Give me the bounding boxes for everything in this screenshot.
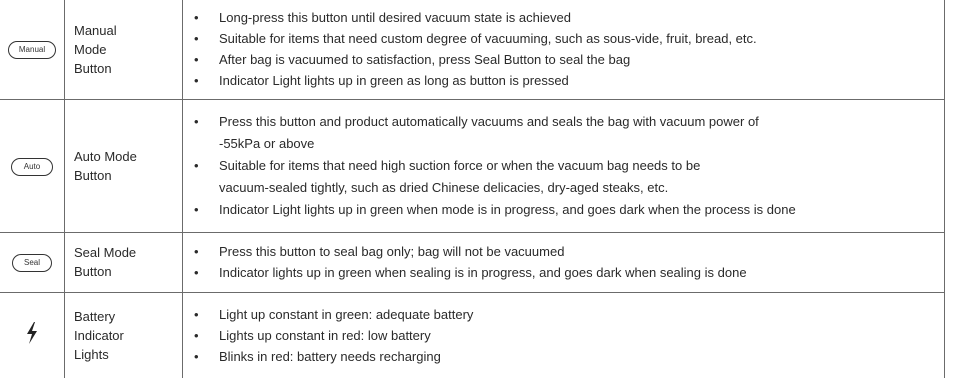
bullet-line: Indicator Light lights up in green when … <box>219 201 796 217</box>
manual-button-icon: Manual <box>8 41 56 60</box>
description-cell: Light up constant in green: adequate bat… <box>182 291 945 378</box>
row-name-line: Button <box>74 264 112 279</box>
row-name-line: Button <box>74 167 112 183</box>
bullet-item: Suitable for items that need custom degr… <box>183 28 944 49</box>
bullet-item: Light up constant in green: adequate bat… <box>183 304 944 325</box>
row-name-line: Battery <box>74 308 116 324</box>
row-name-line: Manual <box>74 22 117 38</box>
table-row-battery: Battery Indicator Lights Light up consta… <box>0 291 945 378</box>
row-name-line: Lights <box>74 346 109 362</box>
bullet-item: Indicator Light lights up in green when … <box>183 199 944 221</box>
bullet-item: Indicator lights up in green when sealin… <box>183 262 944 283</box>
button-function-table: Manual Manual Mode Button Long-press thi… <box>0 0 945 378</box>
bullet-list: Light up constant in green: adequate bat… <box>183 304 944 367</box>
table-row-manual: Manual Manual Mode Button Long-press thi… <box>0 0 945 100</box>
bullet-item: Suitable for items that need high suctio… <box>183 155 944 199</box>
lightning-bolt-icon <box>27 321 37 344</box>
bullet-item: Indicator Light lights up in green as lo… <box>183 70 944 91</box>
description-cell: Press this button and product automatica… <box>182 98 945 233</box>
row-name-line: Auto Mode <box>74 148 137 164</box>
bullet-item: Press this button to seal bag only; bag … <box>183 241 944 262</box>
seal-button-icon: Seal <box>12 254 52 272</box>
bullet-item: Long-press this button until desired vac… <box>183 7 944 28</box>
bullet-list: Press this button and product automatica… <box>183 111 944 221</box>
bullet-item: Lights up constant in red: low battery <box>183 325 944 346</box>
description-cell: Press this button to seal bag only; bag … <box>182 231 945 293</box>
icon-cell: Manual <box>0 0 65 100</box>
row-name-line: Button <box>74 60 112 76</box>
bullet-line: -55kPa or above <box>219 135 315 151</box>
bullet-item: After bag is vacuumed to satisfaction, p… <box>183 49 944 70</box>
row-name-line: Mode <box>74 41 107 57</box>
auto-button-icon: Auto <box>11 157 53 176</box>
table-row-seal: Seal Seal Mode Button Press this button … <box>0 231 945 293</box>
bullet-line: Press this button and product automatica… <box>219 113 759 129</box>
name-cell: Battery Indicator Lights <box>64 291 183 378</box>
table-row-auto: Auto Auto Mode Button Press this button … <box>0 98 945 233</box>
bullet-list: Long-press this button until desired vac… <box>183 7 944 91</box>
icon-cell: Auto <box>0 98 65 233</box>
name-cell: Auto Mode Button <box>64 98 183 233</box>
name-cell: Seal Mode Button <box>64 231 183 293</box>
bullet-item: Press this button and product automatica… <box>183 111 944 155</box>
name-cell: Manual Mode Button <box>64 0 183 100</box>
bullet-line: vacuum-sealed tightly, such as dried Chi… <box>219 179 669 195</box>
bullet-item: Blinks in red: battery needs recharging <box>183 346 944 367</box>
icon-cell: Seal <box>0 231 65 293</box>
row-name-line: Indicator <box>74 327 124 343</box>
icon-cell <box>0 291 65 378</box>
description-cell: Long-press this button until desired vac… <box>182 0 945 100</box>
bullet-line: Suitable for items that need high suctio… <box>219 157 701 173</box>
row-name-line: Seal Mode <box>74 245 137 260</box>
bullet-list: Press this button to seal bag only; bag … <box>183 241 944 283</box>
